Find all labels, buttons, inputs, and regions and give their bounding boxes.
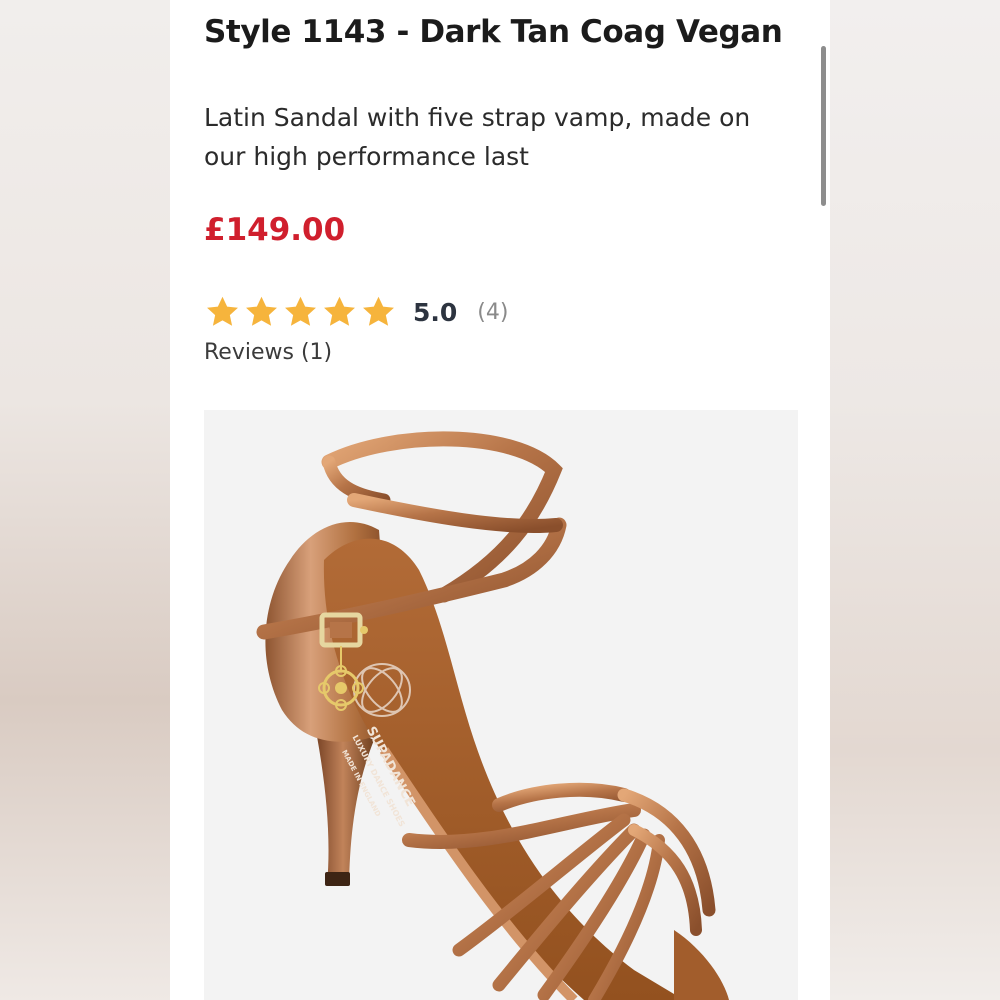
rating-summary[interactable]: 5.0 (4) [204,290,508,334]
blurred-background-left [0,0,170,1000]
rating-count: (4) [477,299,509,325]
product-description: Latin Sandal with five strap vamp, made … [204,103,751,171]
product-price: £149.00 [204,212,346,248]
scrollbar[interactable] [821,46,826,206]
star-icon [204,294,241,330]
rating-value: 5.0 [413,297,458,327]
star-rating [204,294,397,330]
product-title: Style 1143 - Dark Tan Coag Vegan [204,14,783,50]
star-icon [321,294,358,330]
reviews-link[interactable]: Reviews (1) [204,340,332,365]
blurred-background-right [830,0,1000,1000]
star-icon [282,294,319,330]
star-icon [243,294,280,330]
sandal-illustration: SUPADANCE LUXURY DANCE SHOES MADE IN ENG… [256,431,729,1000]
product-image[interactable]: SUPADANCE LUXURY DANCE SHOES MADE IN ENG… [204,410,798,1000]
product-page: Style 1143 - Dark Tan Coag Vegan Latin S… [170,0,830,1000]
star-icon [360,294,397,330]
